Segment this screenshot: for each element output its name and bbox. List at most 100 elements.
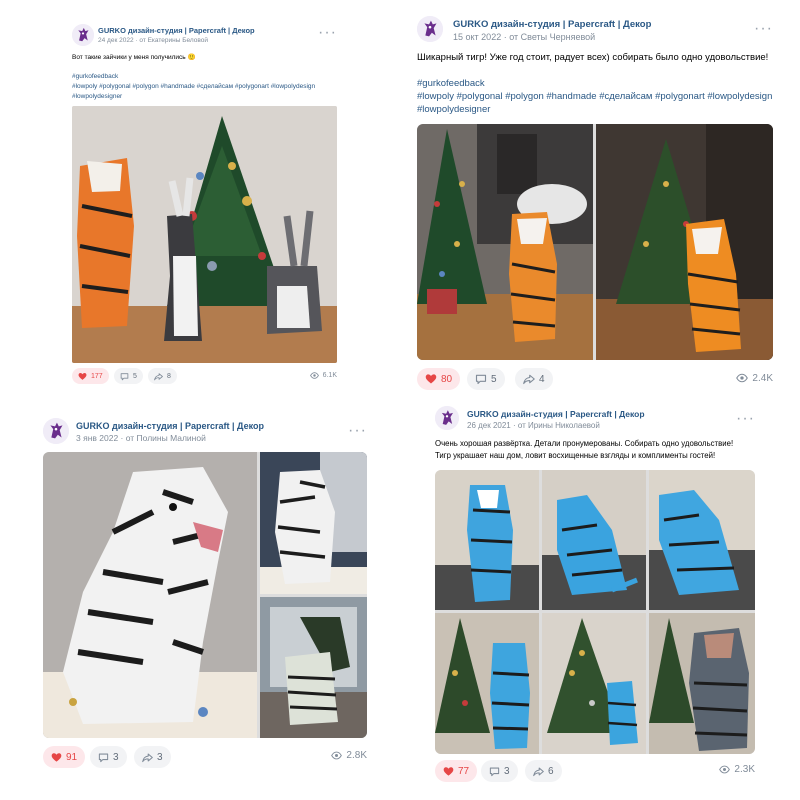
eye-icon (736, 372, 748, 384)
post-text: Очень хорошая развёртка. Детали пронумер… (435, 439, 734, 460)
post-author[interactable]: GURKO дизайн-студия | Papercraft | Декор (98, 26, 255, 35)
photo[interactable] (417, 124, 593, 360)
comment-button[interactable]: 5 (467, 368, 505, 390)
post-meta: 3 янв 2022 · от Полины Малиной (76, 433, 206, 443)
heart-icon (425, 373, 437, 385)
post-actions: 91 3 3 2.8K (43, 746, 367, 768)
avatar[interactable] (43, 418, 69, 444)
share-icon (154, 372, 163, 381)
post-text: Вот такие зайчики у меня получились 🙂 (72, 54, 196, 61)
likes-count: 91 (66, 751, 78, 763)
like-button[interactable]: 80 (417, 368, 461, 390)
post-date[interactable]: 24 дек 2022 (98, 37, 134, 44)
photo[interactable] (596, 124, 773, 360)
photo[interactable] (260, 597, 367, 738)
avatar[interactable] (435, 406, 459, 430)
comment-button[interactable]: 3 (90, 746, 127, 768)
photo[interactable] (435, 470, 539, 610)
post-tags[interactable]: #gurkofeedback #lowpoly #polygonal #poly… (417, 77, 773, 116)
post-source: от Полины Малиной (125, 433, 206, 443)
post-card: GURKO дизайн-студия | Papercraft | Декор… (43, 418, 367, 770)
shares-count: 8 (167, 372, 171, 380)
views-count: 2.3K (734, 764, 755, 775)
photo[interactable] (260, 452, 367, 594)
more-icon[interactable]: ··· (754, 21, 773, 37)
comments-count: 5 (133, 372, 137, 380)
heart-icon (78, 372, 87, 381)
shares-count: 6 (548, 765, 554, 777)
photo[interactable] (43, 452, 257, 738)
like-button[interactable]: 77 (435, 760, 478, 782)
post-date[interactable]: 26 дек 2021 (467, 421, 511, 430)
post-actions: 177 5 8 6.1K (72, 368, 337, 390)
post-actions: 80 5 4 2.4K (417, 368, 773, 390)
post-media[interactable] (72, 106, 337, 363)
likes-count: 80 (441, 373, 453, 385)
shares-count: 4 (539, 373, 545, 385)
post-author[interactable]: GURKO дизайн-студия | Papercraft | Декор (467, 409, 645, 419)
likes-count: 177 (91, 372, 103, 380)
shares-count: 3 (157, 751, 163, 763)
views: 2.8K (331, 750, 367, 761)
share-button[interactable]: 6 (525, 760, 562, 782)
post-media[interactable] (43, 452, 367, 738)
views-count: 6.1K (322, 372, 337, 379)
post-meta: 15 окт 2022 · от Светы Черняевой (453, 32, 596, 42)
post-meta: 24 дек 2022 · от Екатерины Беловой (98, 37, 208, 44)
photo[interactable] (542, 470, 646, 610)
comment-icon (120, 372, 129, 381)
comments-count: 5 (491, 373, 497, 385)
avatar[interactable] (417, 16, 443, 42)
post-card: GURKO дизайн-студия | Papercraft | Декор… (417, 16, 773, 392)
comment-button[interactable]: 3 (481, 760, 518, 782)
share-icon (523, 373, 535, 385)
share-button[interactable]: 4 (515, 368, 553, 390)
views: 6.1K (310, 371, 337, 380)
like-button[interactable]: 91 (43, 746, 86, 768)
share-icon (142, 752, 153, 763)
post-date[interactable]: 3 янв 2022 (76, 433, 118, 443)
avatar[interactable] (72, 24, 94, 46)
post-media[interactable] (435, 470, 755, 754)
post-header: GURKO дизайн-студия | Papercraft | Декор… (417, 16, 773, 50)
post-actions: 77 3 6 2.3K (435, 760, 755, 782)
eye-icon (310, 371, 319, 380)
photo[interactable] (649, 613, 755, 754)
post-media[interactable] (417, 124, 773, 360)
post-author[interactable]: GURKO дизайн-студия | Papercraft | Декор (453, 19, 651, 30)
more-icon[interactable]: ··· (736, 411, 755, 427)
post-author[interactable]: GURKO дизайн-студия | Papercraft | Декор (76, 421, 264, 431)
eye-icon (719, 764, 730, 775)
share-icon (533, 766, 544, 777)
like-button[interactable]: 177 (72, 368, 109, 384)
comment-icon (489, 766, 500, 777)
comment-button[interactable]: 5 (114, 368, 143, 384)
post-header: GURKO дизайн-студия | Papercraft | Декор… (72, 20, 337, 54)
post-source: от Ирины Николаевой (517, 421, 600, 430)
photo[interactable] (649, 470, 755, 610)
post-source: от Екатерины Беловой (139, 37, 208, 44)
post-text: Шикарный тигр! Уже год стоит, радует все… (417, 52, 769, 63)
views: 2.4K (736, 372, 773, 384)
share-button[interactable]: 8 (148, 368, 177, 384)
post-card: GURKO дизайн-студия | Papercraft | Декор… (435, 406, 755, 782)
photo[interactable] (72, 106, 337, 363)
photo[interactable] (435, 613, 539, 754)
post-tags[interactable]: #gurkofeedback #lowpoly #polygonal #poly… (72, 72, 337, 102)
views-count: 2.4K (752, 372, 773, 384)
post-header: GURKO дизайн-студия | Papercraft | Декор… (435, 406, 755, 440)
post-header: GURKO дизайн-студия | Papercraft | Декор… (43, 418, 367, 452)
more-icon[interactable]: ··· (348, 423, 367, 439)
comments-count: 3 (113, 751, 119, 763)
more-icon[interactable]: ··· (318, 25, 337, 41)
post-meta: 26 дек 2021 · от Ирины Николаевой (467, 421, 600, 430)
share-button[interactable]: 3 (134, 746, 171, 768)
post-source: от Светы Черняевой (509, 32, 596, 42)
comment-icon (475, 373, 487, 385)
post-date[interactable]: 15 окт 2022 (453, 32, 501, 42)
likes-count: 77 (458, 765, 470, 777)
eye-icon (331, 750, 342, 761)
post-card: GURKO дизайн-студия | Papercraft | Декор… (72, 20, 337, 390)
photo[interactable] (542, 613, 646, 754)
heart-icon (51, 752, 62, 763)
